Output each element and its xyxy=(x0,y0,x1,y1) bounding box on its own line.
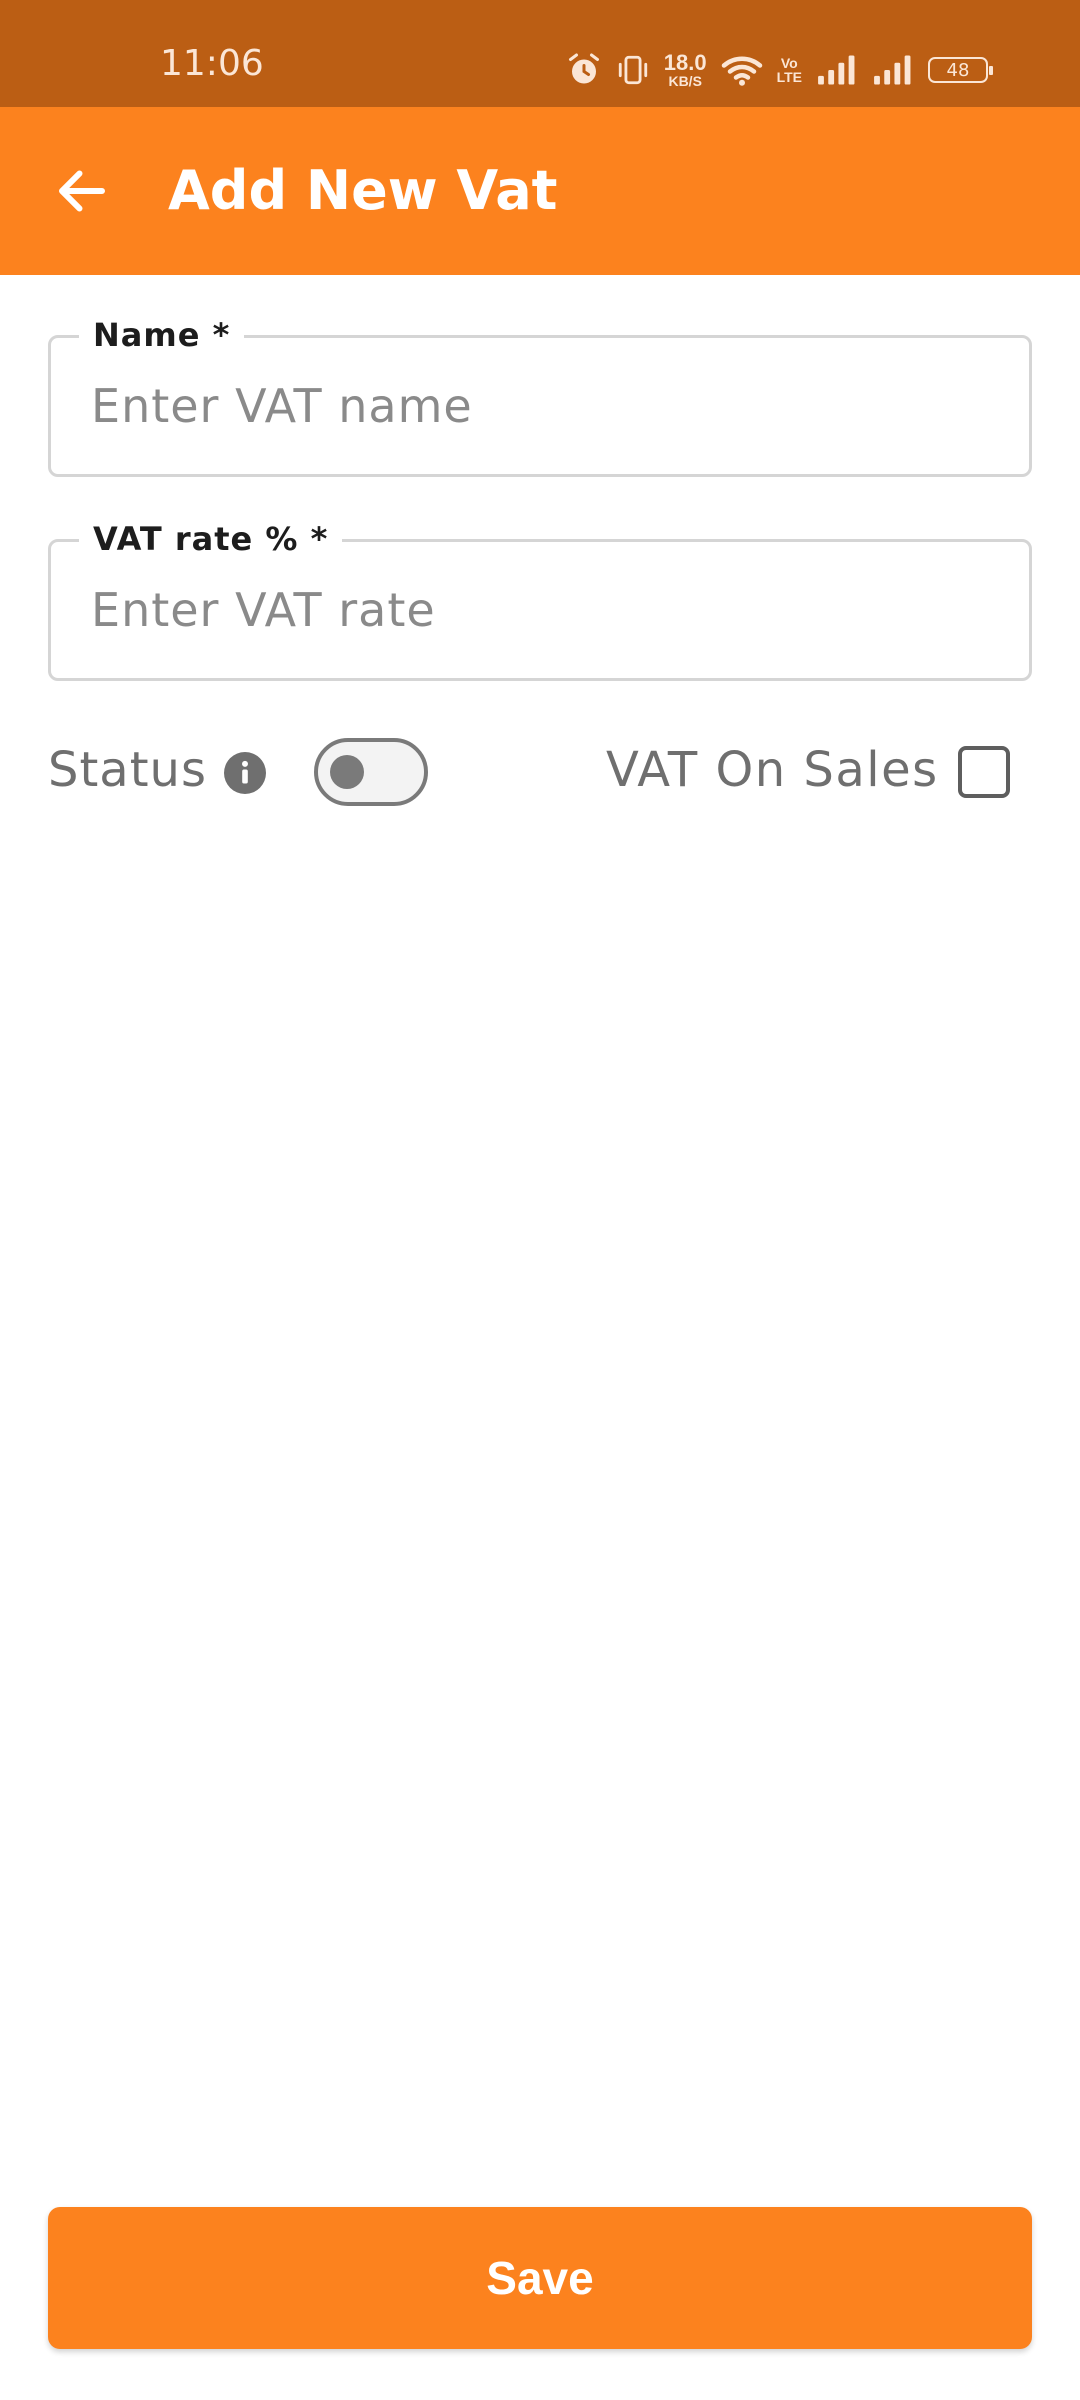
vat-on-sales-checkbox[interactable] xyxy=(958,746,1010,798)
info-icon[interactable] xyxy=(224,752,266,794)
status-time: 11:06 xyxy=(160,43,264,84)
page-title: Add New Vat xyxy=(168,159,558,222)
net-speed: 18.0 KB/S xyxy=(663,50,707,89)
toggle-knob xyxy=(330,755,364,789)
app-bar: Add New Vat xyxy=(0,107,1080,275)
back-button[interactable] xyxy=(52,161,112,221)
volte-bottom: LTE xyxy=(776,69,802,85)
battery-icon: 48 xyxy=(928,57,993,83)
wifi-icon xyxy=(721,56,762,86)
net-speed-value: 18.0 xyxy=(663,50,707,75)
vat-rate-field[interactable]: VAT rate % * xyxy=(48,521,1032,681)
status-toggle[interactable] xyxy=(314,738,428,806)
signal-icon xyxy=(818,55,855,85)
net-speed-unit: KB/S xyxy=(668,73,702,89)
vat-on-sales-label: VAT On Sales xyxy=(606,742,939,798)
name-field[interactable]: Name * xyxy=(48,317,1032,477)
signal-icon xyxy=(874,55,911,85)
status-label: Status xyxy=(48,742,207,798)
arrow-left-icon xyxy=(59,170,105,212)
vibrate-icon xyxy=(618,55,647,85)
volte-indicator: Vo LTE xyxy=(777,56,802,84)
volte-top: Vo xyxy=(780,55,798,71)
status-bar: 11:06 18.0 KB/S Vo LTE 48 xyxy=(0,0,1080,107)
alarm-icon xyxy=(568,53,599,84)
name-input[interactable] xyxy=(91,338,991,474)
vat-rate-input[interactable] xyxy=(91,542,991,678)
status-icons: 18.0 KB/S Vo LTE 48 xyxy=(566,50,993,90)
battery-level: 48 xyxy=(946,59,970,81)
save-button[interactable]: Save xyxy=(48,2207,1032,2349)
